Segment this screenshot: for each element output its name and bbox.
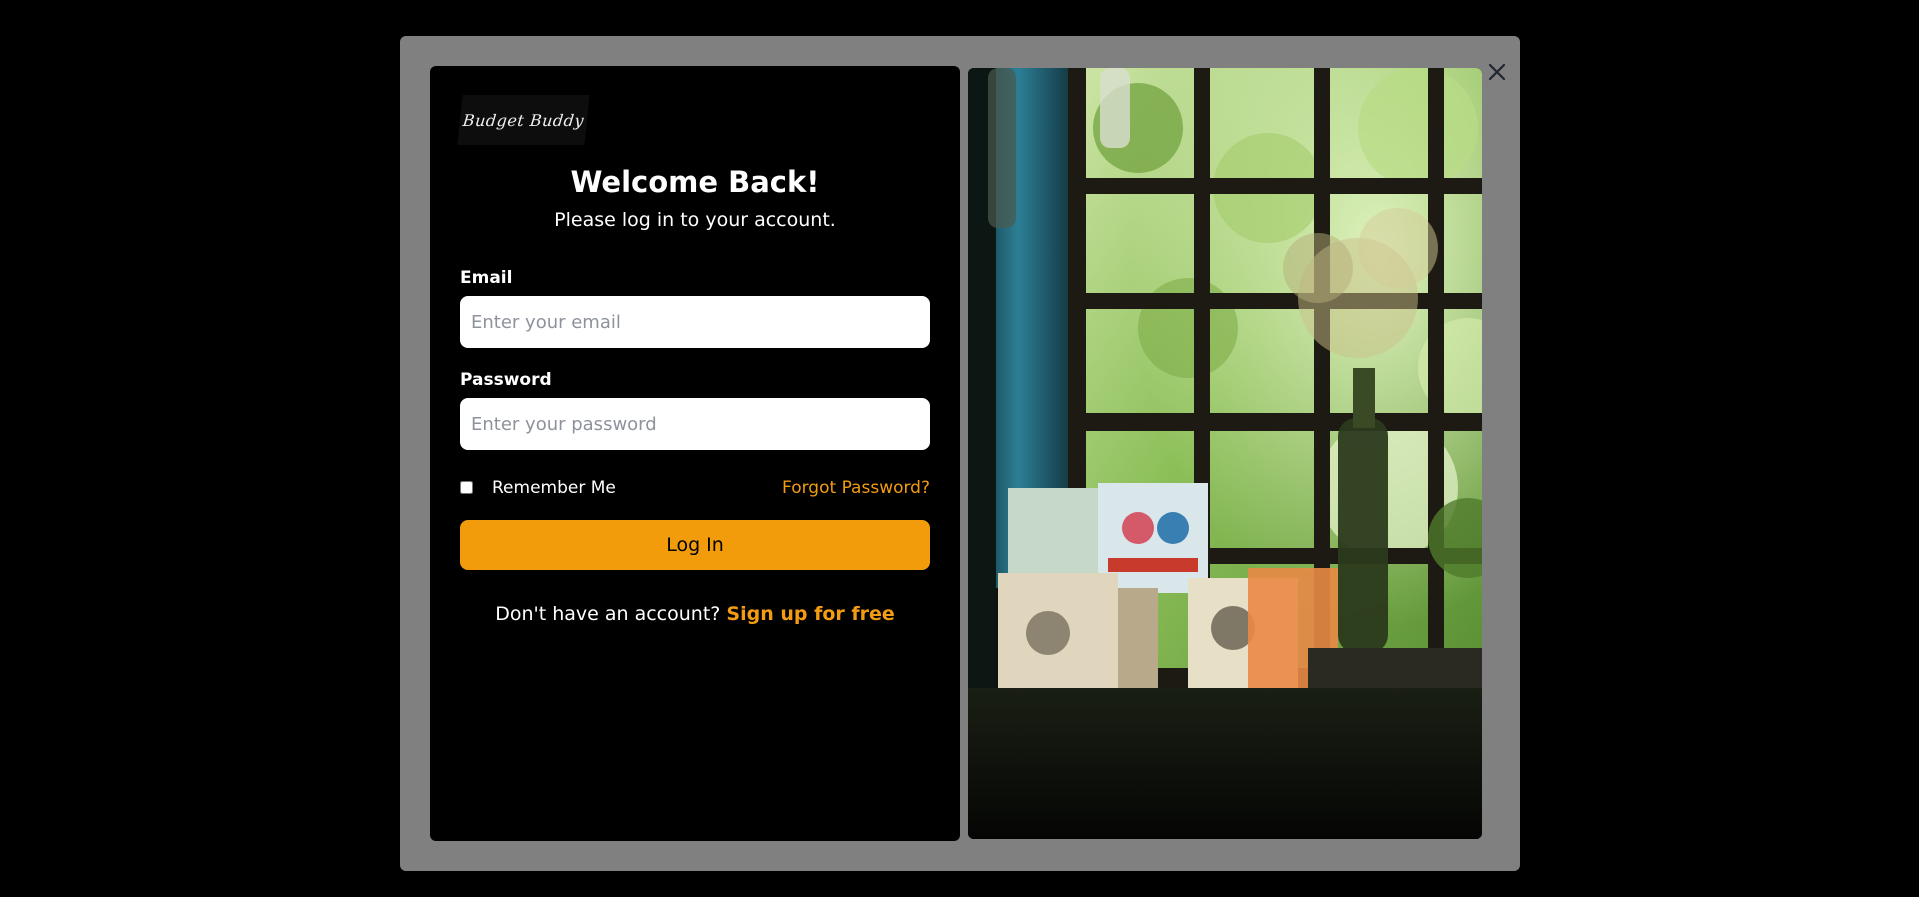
photo-illustration [968, 68, 1482, 839]
login-button[interactable]: Log In [460, 520, 930, 570]
password-label: Password [460, 370, 552, 390]
remember-row: Remember Me Forgot Password? [460, 476, 930, 502]
password-field[interactable] [460, 398, 930, 450]
page-subtitle: Please log in to your account. [554, 209, 836, 231]
email-label: Email [460, 268, 513, 288]
forgot-password-link[interactable]: Forgot Password? [782, 478, 930, 498]
email-field[interactable] [460, 296, 930, 348]
signup-link[interactable]: Sign up for free [726, 603, 894, 625]
window-still-life-photo [968, 68, 1482, 839]
signup-row: Don't have an account? Sign up for free [430, 603, 960, 625]
remember-me-checkbox[interactable] [460, 481, 473, 494]
remember-me-label[interactable]: Remember Me [492, 478, 616, 498]
signup-prompt: Don't have an account? [495, 603, 721, 625]
login-card: Budget Buddy Welcome Back! Please log in… [430, 66, 960, 841]
close-icon [1488, 63, 1506, 81]
close-button[interactable] [1485, 60, 1509, 84]
page-title: Welcome Back! [570, 165, 820, 199]
brand-logo: Budget Buddy [457, 95, 590, 145]
